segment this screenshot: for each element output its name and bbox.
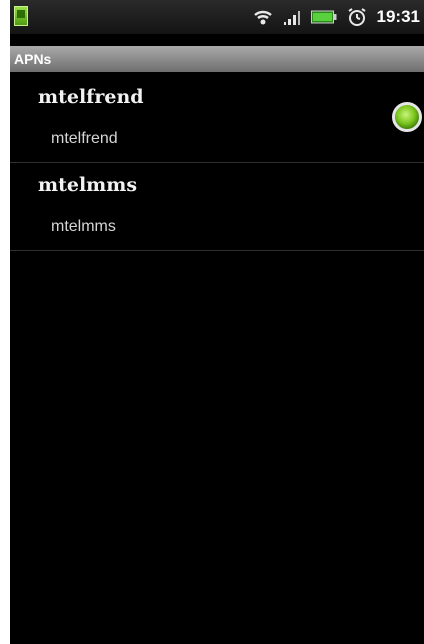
signal-icon	[283, 11, 300, 25]
page-title: APNs	[10, 46, 424, 72]
battery-icon	[310, 10, 337, 24]
status-time: 19:31	[376, 7, 420, 26]
wifi-icon	[253, 10, 272, 25]
alarm-icon	[347, 8, 366, 26]
apn-value: mtelfrend	[51, 130, 118, 147]
status-bar: 19:31	[10, 0, 424, 34]
status-icons: 19:31	[253, 6, 420, 28]
apn-value: mtelmms	[51, 218, 116, 235]
app-notification-icon[interactable]	[14, 6, 28, 26]
apn-list-item-mtelfrend[interactable]: mtelfrend mtelfrend	[10, 74, 424, 163]
phone-screen: 19:31 APNs mtelfrend mtelfrend mtelmms m…	[10, 0, 424, 644]
apn-name: mtelfrend	[38, 86, 144, 108]
apn-name: mtelmms	[38, 174, 138, 196]
apn-radio-selected[interactable]	[392, 102, 422, 132]
apn-list-item-mtelmms[interactable]: mtelmms mtelmms	[10, 162, 424, 251]
